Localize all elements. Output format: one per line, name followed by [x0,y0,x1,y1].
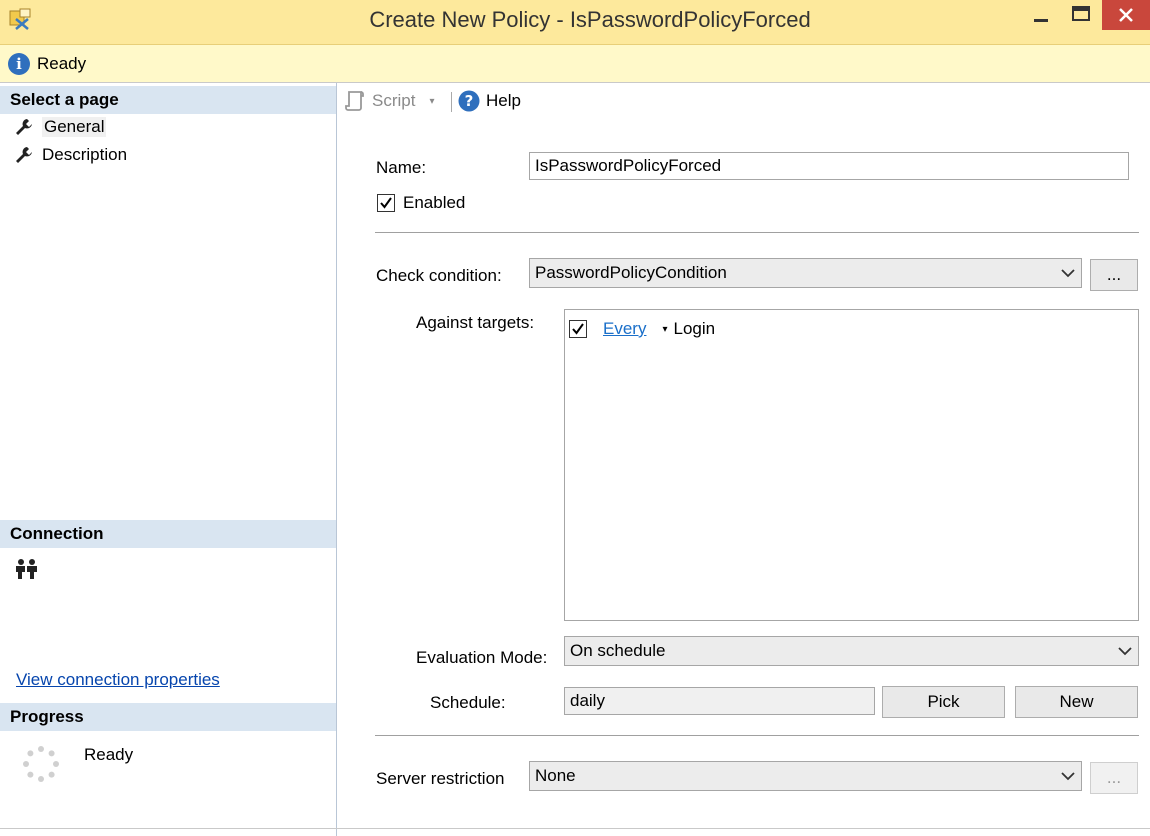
chevron-down-icon [1118,647,1132,656]
info-icon: i [8,53,30,75]
target-object: Login [673,319,716,338]
pick-button[interactable]: Pick [882,686,1005,718]
help-button[interactable]: ? Help [458,90,521,112]
target-row: Every ▾ Login [569,319,715,339]
server-restriction-browse-button[interactable]: ... [1090,762,1138,794]
schedule-label: Schedule: [430,693,506,712]
script-dropdown-icon[interactable]: ▾ [429,96,434,107]
page-item-general[interactable]: General [14,115,107,139]
wrench-icon [16,147,32,163]
schedule-value: daily [570,691,605,710]
checkmark-icon [380,197,392,209]
maximize-icon [1072,6,1090,21]
enabled-checkbox[interactable]: Enabled [377,193,465,213]
target-qualifier-link[interactable]: Every [603,319,646,339]
check-condition-select[interactable]: PasswordPolicyCondition [529,258,1082,288]
connection-header: Connection [0,520,336,548]
page-item-label: General [42,117,107,137]
select-page-header: Select a page [0,86,336,114]
enabled-checkbox-box[interactable] [377,194,395,212]
bottom-border [0,828,1150,829]
progress-spinner-icon [22,745,60,788]
schedule-input: daily [564,687,875,715]
maximize-button[interactable] [1064,0,1098,28]
separator [375,735,1139,736]
target-checkbox[interactable] [569,320,587,338]
script-icon [345,91,364,111]
evaluation-mode-value: On schedule [570,641,666,660]
svg-text:?: ? [465,92,474,110]
targets-list[interactable]: Every ▾ Login [564,309,1139,621]
script-label: Script [372,91,416,110]
check-condition-label: Check condition: [376,266,502,285]
server-restriction-select[interactable]: None [529,761,1082,791]
separator [375,232,1139,233]
view-connection-properties-link[interactable]: View connection properties [16,670,220,690]
check-condition-browse-button[interactable]: ... [1090,259,1138,291]
progress-header: Progress [0,703,336,731]
against-targets-label: Against targets: [416,313,535,332]
toolbar-separator [451,92,452,112]
check-condition-value: PasswordPolicyCondition [535,263,727,282]
evaluation-mode-label: Evaluation Mode: [416,648,548,667]
page-item-label: Description [42,145,128,164]
target-dropdown-icon[interactable]: ▾ [662,324,667,335]
new-schedule-button[interactable]: New [1015,686,1138,718]
server-restriction-label: Server restriction [376,769,505,788]
close-icon [1119,8,1133,22]
checkmark-icon [572,323,584,335]
name-value: IsPasswordPolicyForced [535,156,722,175]
wrench-icon [16,119,32,135]
window-title: Create New Policy - IsPasswordPolicyForc… [369,7,811,32]
status-bar [0,45,1150,83]
status-text: Ready [37,54,87,73]
evaluation-mode-select[interactable]: On schedule [564,636,1139,666]
minimize-button[interactable] [1024,0,1058,28]
close-button[interactable] [1102,0,1150,30]
name-input[interactable]: IsPasswordPolicyForced [529,152,1129,180]
help-label: Help [486,91,521,110]
name-label: Name: [376,158,427,177]
chevron-down-icon [1061,772,1075,781]
enabled-label: Enabled [403,193,466,212]
minimize-icon [1034,19,1048,22]
help-icon: ? [458,90,480,112]
connection-icon [14,558,40,585]
script-button[interactable]: Script ▾ [344,90,435,112]
page-item-description[interactable]: Description [14,143,127,167]
server-restriction-value: None [535,766,576,785]
chevron-down-icon [1061,269,1075,278]
progress-text: Ready [84,745,134,764]
